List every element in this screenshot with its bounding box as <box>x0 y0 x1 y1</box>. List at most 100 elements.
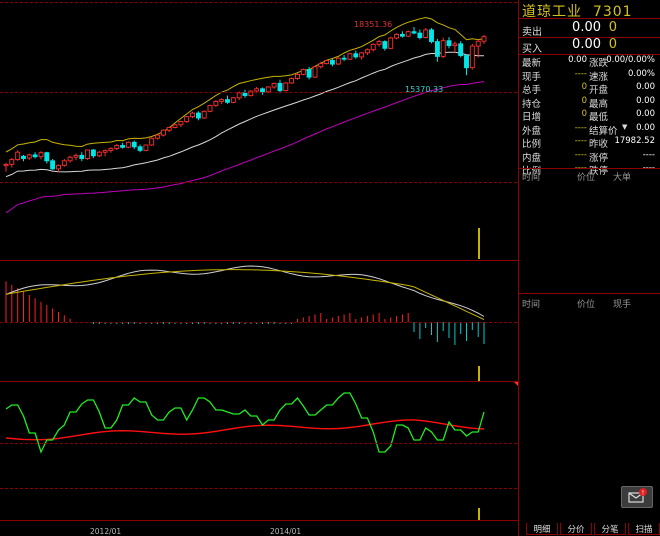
stat-label: 涨停 <box>589 152 609 164</box>
candle-body <box>394 33 400 39</box>
stat-value: 0 <box>581 82 587 92</box>
stat-value: ---- <box>574 149 587 160</box>
gridline <box>0 2 517 3</box>
candle-body <box>423 29 429 38</box>
candle-body <box>213 100 219 106</box>
candle-body <box>359 52 365 58</box>
candle-body <box>440 40 446 57</box>
candle-body <box>184 116 190 123</box>
candle-body <box>155 134 161 139</box>
candle-body <box>44 152 50 162</box>
gridline <box>0 443 517 444</box>
tab-scan[interactable]: 扫描 <box>628 523 660 535</box>
buy-label: 买入 <box>522 44 542 55</box>
candle-body <box>67 156 73 162</box>
stat-row: 日增 0 最低 0.00 <box>519 109 660 123</box>
stat-value: ---- <box>574 122 587 133</box>
chevron-down-icon[interactable]: ▼ <box>622 123 627 131</box>
candle-body <box>56 164 61 170</box>
stat-label: 结算价 <box>589 125 618 137</box>
sell-price: 0.00 <box>572 20 601 35</box>
candle-body <box>21 155 26 159</box>
candle-body <box>312 66 318 78</box>
x-axis-label-2014: 2014/01 <box>270 527 302 536</box>
candle-body <box>190 112 195 118</box>
stat-value: 0 <box>581 109 587 119</box>
candle-body <box>324 60 330 65</box>
tab-detail[interactable]: 明细 <box>526 523 558 535</box>
stat-label: 昨收 <box>589 139 609 150</box>
candle-body <box>429 29 434 43</box>
candle-body <box>131 141 137 148</box>
divider <box>519 293 660 294</box>
stat-label: 比例 <box>522 139 542 150</box>
sell-volume: 0 <box>608 20 617 35</box>
message-icon[interactable]: ! <box>621 486 653 508</box>
candle-body <box>143 144 149 151</box>
candle-body <box>318 63 324 68</box>
candle-body <box>201 110 207 119</box>
gridline <box>0 322 517 323</box>
stat-value: ---- <box>642 149 655 160</box>
candle-body <box>242 92 248 97</box>
trades-price-header: 价位 <box>577 300 596 310</box>
candle-body <box>225 99 230 103</box>
stat-value: 0.00 <box>636 95 655 106</box>
stat-value: ---- <box>574 136 587 146</box>
stat-row: 总手 0 开盘 0.00 <box>519 82 660 96</box>
chart-area[interactable]: 18351.36 15370.33 2012/01 2014/01 <box>0 0 518 536</box>
candle-body <box>382 41 388 49</box>
candle-body <box>38 152 44 158</box>
tab-trade-ticks[interactable]: 分笔 <box>594 523 626 535</box>
candle-body <box>452 43 458 47</box>
candle-body <box>108 148 114 151</box>
candle-body <box>96 151 102 157</box>
stat-value: 0.00 <box>636 122 655 133</box>
candle-body <box>61 160 67 166</box>
panel-divider-1 <box>0 260 518 261</box>
candle-body <box>79 154 85 159</box>
candle-body <box>9 159 15 165</box>
trades-volume-header: 现手 <box>613 300 632 310</box>
candle-body <box>335 57 341 65</box>
tab-price-distribution[interactable]: 分价 <box>560 523 592 535</box>
buy-row[interactable]: 买入 0.00 0 <box>519 37 660 55</box>
candle-body <box>446 40 452 47</box>
candle-body <box>85 149 91 159</box>
macd-dea-line <box>5 269 485 320</box>
candle-body <box>120 145 126 148</box>
sell-row[interactable]: 卖出 0.00 0 <box>519 20 660 38</box>
stat-label: 开盘 <box>589 85 609 96</box>
candle-body <box>353 53 359 58</box>
candle-body <box>469 45 475 69</box>
candle-body <box>15 151 21 161</box>
stat-label: 外盘 <box>522 125 542 137</box>
divider <box>519 18 660 19</box>
stat-value: ---- <box>574 68 587 79</box>
candle-body <box>364 49 370 54</box>
ticks-big-header: 大单 <box>613 173 632 183</box>
candle-body <box>300 69 306 75</box>
candle-body <box>195 112 201 119</box>
candle-body <box>90 149 96 157</box>
candle-body <box>166 127 172 131</box>
stat-row: 外盘 ---- 结算价 ▼ 0.00 <box>519 122 660 137</box>
quote-panel: 道琼工业 7301 卖出 0.00 0 买入 0.00 0 最新 0.00 涨跌 0.… <box>518 0 660 536</box>
candle-body <box>230 97 236 103</box>
stat-label: 持仓 <box>522 98 542 110</box>
candle-body <box>114 145 120 150</box>
ma-line-lower <box>5 81 485 214</box>
price-chart-svg <box>3 16 518 520</box>
stat-label: 日增 <box>522 112 542 123</box>
candle-body <box>475 40 481 47</box>
candle-body <box>295 73 300 79</box>
gridline <box>0 182 517 183</box>
stat-label: 总手 <box>522 85 542 96</box>
low-price-label: 15370.33 <box>405 85 444 94</box>
candle-body <box>306 69 312 78</box>
candle-body <box>26 154 32 159</box>
ticks-time-header: 时间 <box>522 173 541 183</box>
candle-body <box>329 60 335 65</box>
candle-body <box>376 41 382 45</box>
candle-body <box>417 32 423 39</box>
